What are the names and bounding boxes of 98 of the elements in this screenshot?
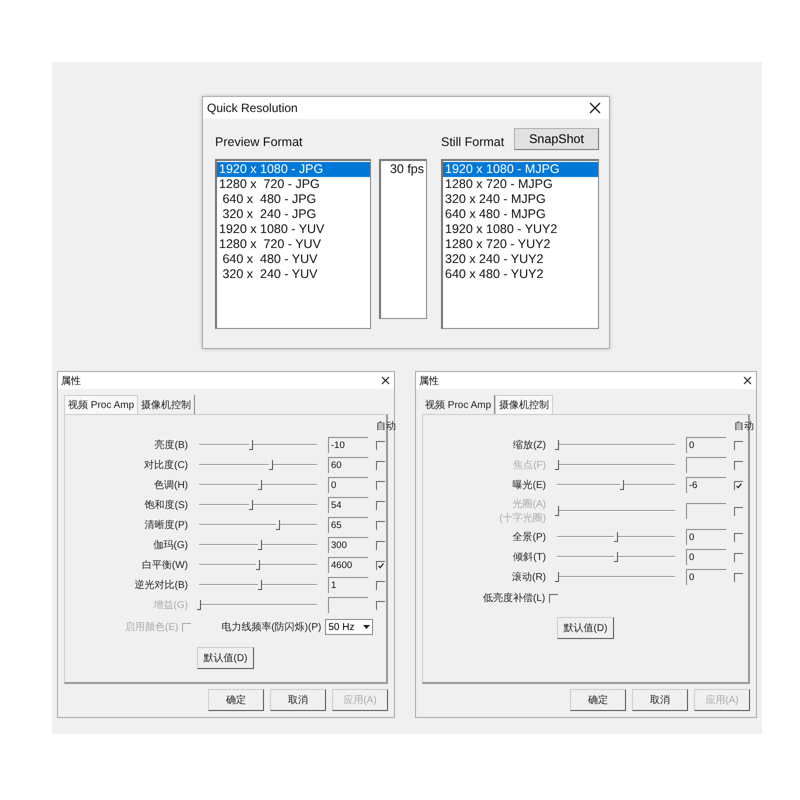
auto-column-header: 自动 [734,420,755,433]
close-icon[interactable] [743,376,752,385]
value-field[interactable]: 4600 [328,557,368,573]
setting-label: 逆光对比(B) [134,578,188,592]
value-field[interactable]: 0 [328,477,368,493]
slider-thumb[interactable] [258,540,262,550]
value-field[interactable]: 300 [328,537,368,553]
checkbox-label: 低亮度补偿(L) [483,592,546,605]
auto-checkbox[interactable] [734,572,743,582]
default-button[interactable]: 默认值(D) [196,647,254,669]
slider-thumb[interactable] [258,580,262,590]
window-title: 属性 [61,374,81,388]
frame-rate-list[interactable]: 30 fps [379,159,427,319]
auto-checkbox[interactable] [376,580,385,590]
auto-checkbox[interactable] [734,480,743,490]
slider-thumb[interactable] [614,532,618,542]
setting-label: 增益(G) [154,599,188,612]
close-icon[interactable] [381,376,390,385]
setting-label: 倾斜(T) [513,550,546,564]
list-item[interactable]: 30 fps [381,162,426,177]
close-icon[interactable] [589,102,601,114]
setting-label: 饱和度(S) [144,498,188,512]
preview-format-label: Preview Format [215,134,304,151]
auto-checkbox[interactable] [376,500,385,510]
list-item[interactable]: 640 x 480 - YUY2 [443,267,598,282]
snapshot-button[interactable]: SnapShot [514,128,599,150]
value-field[interactable]: -10 [328,437,368,453]
list-item[interactable]: 1280 x 720 - YUV [217,237,370,252]
window-title: Quick Resolution [207,101,298,115]
list-item[interactable]: 1920 x 1080 - YUY2 [443,222,598,237]
value-field[interactable]: 60 [328,457,368,473]
list-item[interactable]: 320 x 240 - YUY2 [443,252,598,267]
setting-label: 全景(P) [512,530,546,544]
slider-thumb[interactable] [555,440,559,450]
value-field[interactable]: 54 [328,497,368,513]
auto-checkbox[interactable] [376,540,385,550]
auto-checkbox[interactable] [376,520,385,530]
tab[interactable]: 摄像机控制 [138,395,196,414]
preview-format-list[interactable]: 1920 x 1080 - JPG 1280 x 720 - JPG 640 x 480 - JPG 320 x 240 - JPG 1920 x 1080 - YUV 1280 x 720 - YUV 640 x 480 - YUV 320 x 240 - YUV [215,159,371,329]
auto-checkbox[interactable] [734,552,743,562]
slider-thumb[interactable] [276,520,280,530]
dialog-button[interactable]: 确定 [570,689,626,711]
auto-checkbox[interactable] [376,560,385,570]
auto-column-header: 自动 [376,420,397,433]
still-format-label: Still Format [441,134,504,151]
setting-label: 曝光(E) [512,478,546,492]
default-button[interactable]: 默认值(D) [556,617,614,639]
list-item[interactable]: 640 x 480 - JPG [217,192,370,207]
slider-thumb[interactable] [256,560,260,570]
setting-label: 缩放(Z) [513,438,546,452]
slider-thumb[interactable] [258,480,262,490]
list-item[interactable]: 1280 x 720 - MJPG [443,177,598,192]
still-format-list[interactable]: 1920 x 1080 - MJPG 1280 x 720 - MJPG 320 x 240 - MJPG 640 x 480 - MJPG 1920 x 1080 - YUY2 1280 x 720 - YUY2 320 x 240 - YUY2 640 x 480 - YUY2 [441,159,599,329]
auto-checkbox[interactable] [734,440,743,450]
auto-checkbox[interactable] [734,532,743,542]
tab[interactable]: 摄像机控制 [495,395,554,414]
list-item[interactable]: 1920 x 1080 - JPG [217,162,370,177]
list-item[interactable]: 640 x 480 - YUV [217,252,370,267]
list-item[interactable]: 1280 x 720 - JPG [217,177,370,192]
slider-thumb[interactable] [614,552,618,562]
auto-checkbox[interactable] [376,440,385,450]
setting-label: 色调(H) [154,479,188,492]
setting-label: 白平衡(W) [142,559,188,572]
setting-label: 滚动(R) [512,570,546,584]
list-item[interactable]: 1280 x 720 - YUY2 [443,237,598,252]
value-field[interactable]: -6 [686,477,726,493]
value-field[interactable]: 1 [328,577,368,593]
window-title: 属性 [419,374,439,388]
setting-label: 亮度(B) [154,438,188,452]
auto-checkbox[interactable] [376,460,385,470]
list-item[interactable]: 640 x 480 - MJPG [443,207,598,222]
setting-label: 伽玛(G) [154,539,188,552]
dialog-button[interactable]: 确定 [208,689,264,711]
list-item[interactable]: 320 x 240 - MJPG [443,192,598,207]
setting-sublabel: (十字光圈) [499,512,546,525]
setting-label: 焦点(F) [513,458,546,472]
value-field[interactable]: 0 [686,437,726,453]
tab[interactable]: 视频 Proc Amp [64,395,138,414]
frequency-dropdown[interactable]: 50 Hz [325,619,374,635]
auto-checkbox[interactable] [376,480,385,490]
list-item[interactable]: 1920 x 1080 - MJPG [443,162,598,177]
value-field[interactable]: 65 [328,517,368,533]
checkbox-label: 启用颜色(E) [125,620,178,634]
list-item[interactable]: 1920 x 1080 - YUV [217,222,370,237]
checkbox[interactable] [549,594,558,602]
dialog-button[interactable]: 取消 [270,689,326,711]
dropdown-label: 电力线频率(防闪烁)(P) [221,620,322,634]
dropdown-arrow-icon [363,624,370,630]
value-field[interactable]: 0 [686,569,726,585]
setting-label: 光圈(A) [512,498,546,511]
dialog-button[interactable]: 取消 [632,689,688,711]
value-field[interactable]: 0 [686,529,726,545]
list-item[interactable]: 320 x 240 - YUV [217,267,370,282]
list-item[interactable]: 320 x 240 - JPG [217,207,370,222]
slider-thumb[interactable] [555,572,559,582]
setting-label: 对比度(C) [144,458,188,472]
value-field[interactable]: 0 [686,549,726,565]
setting-label: 清晰度(P) [144,518,188,532]
